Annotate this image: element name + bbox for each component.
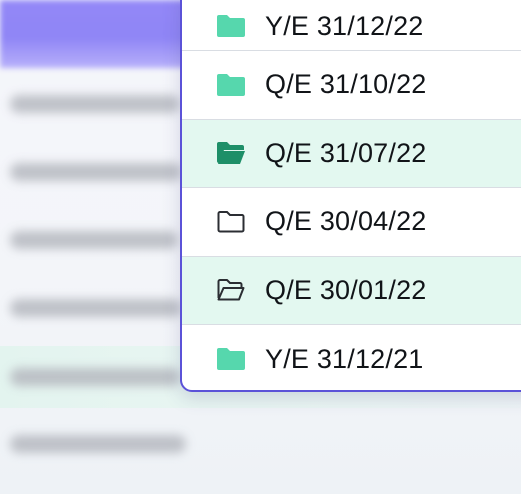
folder-item-ye-31-12-21[interactable]: Y/E 31/12/21 — [182, 325, 521, 390]
folder-outline-icon — [215, 210, 247, 234]
folder-item-label: Y/E 31/12/22 — [265, 10, 424, 41]
folder-item-qe-31-10-22[interactable]: Q/E 31/10/22 — [182, 51, 521, 120]
folder-filled-icon — [215, 73, 247, 97]
folder-item-ye-31-12-22[interactable]: Y/E 31/12/22 — [182, 0, 521, 51]
background-list-row — [0, 478, 521, 494]
folder-open-filled-icon — [215, 141, 247, 165]
folder-item-qe-30-01-22[interactable]: Q/E 30/01/22 — [182, 256, 521, 325]
folder-item-label: Y/E 31/12/21 — [265, 343, 424, 374]
folder-list: Y/E 31/12/22 Q/E 31/10/22 Q/E 31/07/22 Q… — [182, 0, 521, 390]
folder-filled-icon — [215, 347, 247, 371]
folder-item-label: Q/E 30/04/22 — [265, 206, 427, 237]
folder-item-qe-30-04-22[interactable]: Q/E 30/04/22 — [182, 188, 521, 257]
background-list-row — [0, 414, 521, 474]
folder-dropdown-menu: Y/E 31/12/22 Q/E 31/10/22 Q/E 31/07/22 Q… — [180, 0, 521, 392]
folder-item-label: Q/E 31/07/22 — [265, 137, 427, 168]
folder-open-outline-icon — [215, 278, 247, 302]
folder-item-label: Q/E 30/01/22 — [265, 274, 427, 305]
folder-filled-icon — [215, 14, 247, 38]
folder-item-qe-31-07-22[interactable]: Q/E 31/07/22 — [182, 119, 521, 188]
folder-item-label: Q/E 31/10/22 — [265, 69, 427, 100]
